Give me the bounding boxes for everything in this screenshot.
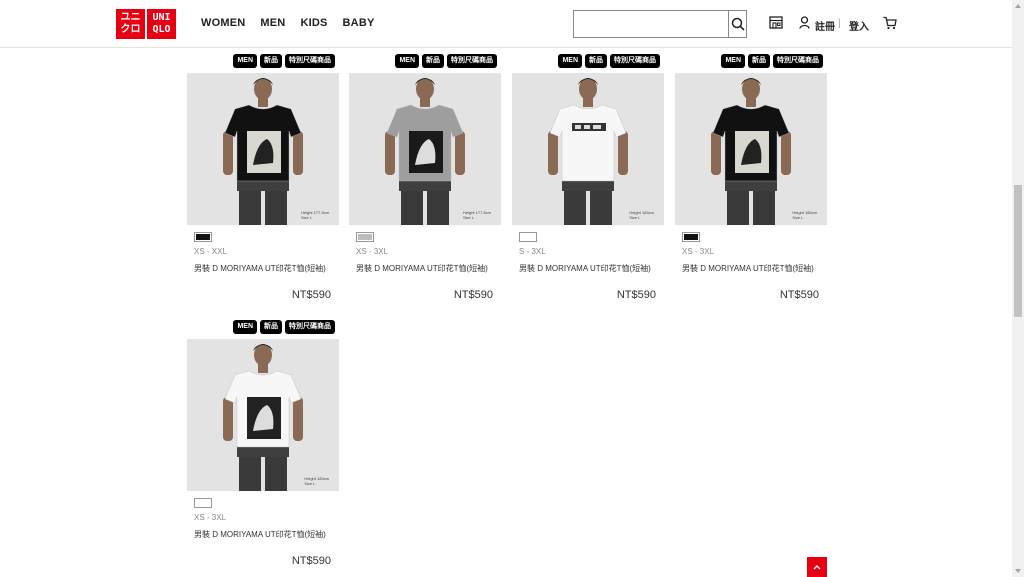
product-badge: MEN [233,54,257,68]
product-badge: MEN [558,54,582,68]
product-badge: 特別尺碼商品 [285,320,335,334]
product-badges: MEN 新品 特別尺碼商品 [395,54,497,68]
size-range: XS - 3XL [682,247,715,256]
product-card[interactable]: MEN 新品 特別尺碼商品 Height 183cm Size L XS - 3XL 男裝 … [187,320,339,576]
color-swatch[interactable] [519,232,537,242]
color-swatch-fill [358,234,372,240]
color-swatch[interactable] [682,232,700,242]
util-separator: | [838,18,841,29]
product-badge: MEN [395,54,419,68]
color-swatch[interactable] [194,498,212,508]
color-swatch-fill [196,500,210,506]
product-badge: 特別尺碼商品 [773,54,823,68]
login-link[interactable]: 登入 [849,18,869,33]
page-scrollbar[interactable] [1012,0,1024,577]
model-size-caption: Height 177.5cm Size L [463,210,491,220]
product-name[interactable]: 男裝 D MORIYAMA UT印花T恤(短袖) [356,263,488,274]
color-swatch-fill [684,234,698,240]
model-caption-line: Size L [629,215,641,220]
store-icon[interactable] [769,16,783,34]
logo-line-3: UNI [152,12,171,23]
size-range: XS - XXL [194,247,227,256]
size-range: XS - 3XL [356,247,389,256]
site-header: ユニ クロ UNI QLO WOMEN MEN KIDS BABY 註冊 | 登… [0,0,1012,48]
product-badges: MEN 新品 特別尺碼商品 [233,54,335,68]
product-badge: 新品 [585,54,607,68]
search-icon [731,17,745,31]
color-swatch-fill [196,234,210,240]
product-image[interactable]: Height 177.5cm Size L [349,73,501,225]
logo-line-4: QLO [152,24,171,35]
product-badge: 新品 [422,54,444,68]
nav-men[interactable]: MEN [260,17,285,29]
product-price: NT$590 [291,289,331,301]
product-card[interactable]: MEN 新品 特別尺碼商品 Height 183cm Size L S - 3XL 男裝 D… [512,54,664,310]
uniqlo-logo[interactable]: ユニ クロ UNI QLO [116,9,176,39]
chevron-up-icon [813,565,821,570]
model-size-caption: Height 183cm Size L [304,476,329,486]
product-badges: MEN 新品 特別尺碼商品 [233,320,335,334]
color-swatch[interactable] [194,232,212,242]
model-size-caption: Height 177.5cm Size L [301,210,329,220]
nav-baby[interactable]: BABY [343,17,375,29]
product-badge: 特別尺碼商品 [447,54,497,68]
logo-line-2: クロ [120,24,141,35]
model-size-caption: Height 183cm Size L [629,210,654,220]
color-swatch[interactable] [356,232,374,242]
product-price: NT$590 [453,289,493,301]
search-box [573,10,747,38]
cart-icon[interactable] [883,16,897,35]
product-image[interactable]: Height 177.5cm Size L [187,73,339,225]
product-badge: MEN [721,54,745,68]
product-name[interactable]: 男裝 D MORIYAMA UT印花T恤(短袖) [194,263,326,274]
color-swatch-fill [521,234,535,240]
logo-katakana: ユニ クロ [116,9,145,39]
model-size-caption: Height 183cm Size L [792,210,817,220]
model-caption-line: Size L [304,481,316,486]
logo-latin: UNI QLO [147,9,176,39]
register-link[interactable]: 註冊 [815,18,835,33]
product-badge: 新品 [260,320,282,334]
product-image[interactable]: Height 183cm Size L [512,73,664,225]
scroll-up-arrow[interactable] [1015,4,1021,8]
product-badges: MEN 新品 特別尺碼商品 [558,54,660,68]
size-range: S - 3XL [519,247,546,256]
search-button[interactable] [728,11,746,37]
search-input[interactable] [574,11,728,37]
product-image[interactable]: Height 183cm Size L [187,339,339,491]
nav-kids[interactable]: KIDS [300,17,327,29]
product-card[interactable]: MEN 新品 特別尺碼商品 Height 177.5cm Size L XS - 3XL 男… [349,54,501,310]
product-badge: 新品 [260,54,282,68]
product-price: NT$590 [779,289,819,301]
product-image[interactable]: Height 183cm Size L [675,73,827,225]
product-badges: MEN 新品 特別尺碼商品 [721,54,823,68]
product-badge: MEN [233,320,257,334]
product-name[interactable]: 男裝 D MORIYAMA UT印花T恤(短袖) [519,263,651,274]
product-badge: 特別尺碼商品 [610,54,660,68]
logo-line-1: ユニ [120,12,141,23]
product-name[interactable]: 男裝 D MORIYAMA UT印花T恤(短袖) [682,263,814,274]
product-badge: 新品 [748,54,770,68]
back-to-top-button[interactable] [807,557,827,577]
scroll-down-arrow[interactable] [1015,569,1021,573]
product-price: NT$590 [291,555,331,567]
user-icon[interactable] [799,16,810,34]
product-price: NT$590 [616,289,656,301]
product-card[interactable]: MEN 新品 特別尺碼商品 Height 177.5cm Size L XS - XXL 男… [187,54,339,310]
product-name[interactable]: 男裝 D MORIYAMA UT印花T恤(短袖) [194,529,326,540]
scrollbar-thumb[interactable] [1014,185,1022,317]
product-card[interactable]: MEN 新品 特別尺碼商品 Height 183cm Size L XS - 3XL 男裝 … [675,54,827,310]
model-caption-line: Size L [792,215,804,220]
model-caption-line: Size L [300,215,313,220]
nav-women[interactable]: WOMEN [201,17,245,29]
size-range: XS - 3XL [194,513,227,522]
model-caption-line: Size L [462,215,475,220]
main-nav: WOMEN MEN KIDS BABY [201,17,375,29]
product-badge: 特別尺碼商品 [285,54,335,68]
